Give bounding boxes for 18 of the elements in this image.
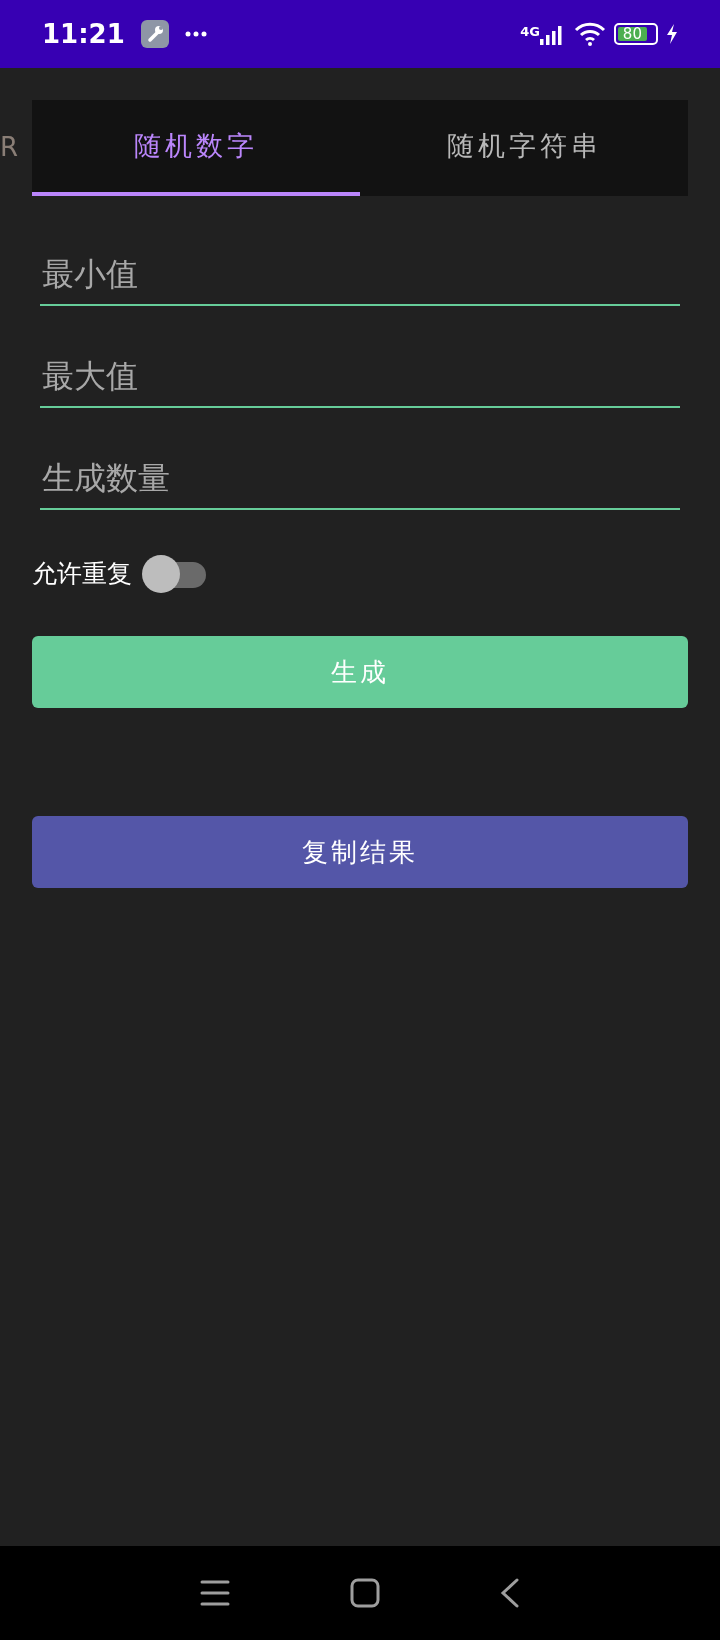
tab[interactable]: 随机字符串 [360, 100, 688, 196]
input-field[interactable]: 最小值 [40, 238, 680, 306]
clock-time: 11:21 [42, 17, 125, 51]
edge-text: R [0, 131, 19, 164]
home-icon[interactable] [350, 1578, 380, 1608]
toggle-label: 允许重复 [32, 558, 132, 591]
battery-indicator: 80 [614, 23, 658, 45]
wifi-icon [574, 22, 606, 46]
copy-button[interactable]: 复制结果 [32, 816, 688, 888]
back-icon[interactable] [500, 1578, 520, 1608]
more-icon [184, 31, 207, 37]
input-field[interactable]: 生成数量 [40, 442, 680, 510]
tab[interactable]: 随机数字 [32, 100, 360, 196]
network-type: 4G [520, 23, 540, 41]
menu-icon[interactable] [200, 1579, 230, 1607]
input-field[interactable]: 最大值 [40, 340, 680, 408]
toggle-switch[interactable] [140, 554, 206, 594]
wrench-icon [140, 20, 169, 48]
